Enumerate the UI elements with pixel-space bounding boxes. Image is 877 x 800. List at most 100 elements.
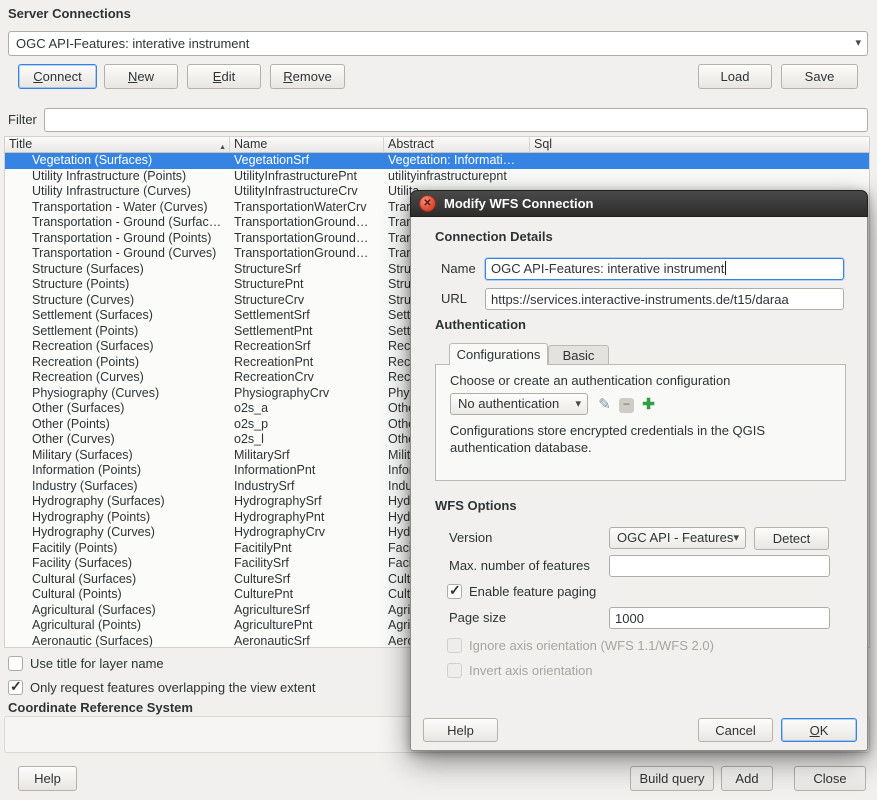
add-button[interactable]: Add	[721, 766, 773, 791]
cell-title: Hydrography (Curves)	[5, 525, 230, 541]
cell-name: RecreationCrv	[230, 370, 384, 386]
cell-title: Utility Infrastructure (Curves)	[5, 184, 230, 200]
add-button-label: Add	[735, 771, 758, 786]
minus-icon: −	[619, 398, 634, 413]
cell-title: Vegetation (Surfaces)	[5, 153, 230, 169]
connect-button-label: Connect	[27, 65, 88, 88]
cancel-button[interactable]: Cancel	[698, 718, 773, 742]
max-features-input[interactable]	[609, 555, 830, 577]
tab-basic[interactable]: Basic	[548, 345, 609, 365]
chevron-down-icon: ▾	[733, 528, 739, 548]
version-combobox[interactable]: OGC API - Features ▾	[609, 527, 746, 549]
cell-name: AgricultureSrf	[230, 603, 384, 619]
url-input[interactable]	[485, 288, 844, 310]
cell-name: HydrographySrf	[230, 494, 384, 510]
column-header-title[interactable]: Title ▲	[5, 137, 230, 153]
remove-button[interactable]: Remove	[270, 64, 345, 89]
cell-name: TransportationGround…	[230, 246, 384, 262]
invert-axis-checkbox[interactable]: Invert axis orientation	[447, 662, 593, 678]
check-icon: ✓	[10, 678, 22, 695]
remove-auth-icon-button[interactable]: −	[616, 393, 637, 415]
ignore-axis-checkbox[interactable]: Ignore axis orientation (WFS 1.1/WFS 2.0…	[447, 637, 714, 653]
save-button-label: Save	[805, 69, 835, 84]
connection-combobox-value: OGC API-Features: interative instrument	[16, 36, 249, 51]
column-header-name[interactable]: Name	[230, 137, 384, 153]
max-features-label: Max. number of features	[449, 555, 590, 577]
detect-button[interactable]: Detect	[754, 527, 829, 550]
cell-name: SettlementSrf	[230, 308, 384, 324]
cell-name: RecreationSrf	[230, 339, 384, 355]
cell-title: Hydrography (Surfaces)	[5, 494, 230, 510]
close-button[interactable]: Close	[794, 766, 866, 791]
tab-configurations[interactable]: Configurations	[449, 343, 548, 365]
edit-button[interactable]: Edit	[187, 64, 261, 89]
cell-name: FacitilyPnt	[230, 541, 384, 557]
cell-title: Structure (Curves)	[5, 293, 230, 309]
cell-name: StructureSrf	[230, 262, 384, 278]
plus-icon: ✚	[642, 396, 655, 413]
ok-button[interactable]: OK	[781, 718, 857, 742]
wfs-options-header: WFS Options	[435, 498, 517, 513]
table-row[interactable]: Utility Infrastructure (Points)UtilityIn…	[5, 169, 869, 185]
checkbox-box	[447, 663, 462, 678]
build-query-button[interactable]: Build query	[630, 766, 714, 791]
cell-name: StructureCrv	[230, 293, 384, 309]
name-label: Name	[441, 258, 476, 280]
cell-abstract: utilityinfrastructurepnt	[384, 169, 530, 185]
cell-title: Transportation - Ground (Points)	[5, 231, 230, 247]
page-size-input[interactable]	[609, 607, 830, 629]
enable-paging-checkbox[interactable]: ✓ Enable feature paging	[447, 583, 596, 599]
load-button-label: Load	[721, 69, 750, 84]
edit-auth-icon-button[interactable]: ✎	[594, 393, 615, 415]
cell-name: o2s_l	[230, 432, 384, 448]
cell-name: o2s_a	[230, 401, 384, 417]
name-input[interactable]: OGC API-Features: interative instrument	[485, 258, 844, 280]
use-title-checkbox[interactable]: Use title for layer name	[8, 655, 164, 671]
cell-title: Information (Points)	[5, 463, 230, 479]
connection-details-header: Connection Details	[435, 229, 553, 244]
column-header-title-label: Title	[9, 137, 32, 151]
column-header-abstract[interactable]: Abstract	[384, 137, 530, 153]
checkbox-box: ✓	[8, 680, 23, 695]
auth-method-combobox[interactable]: No authentication ▾	[450, 393, 588, 415]
cell-name: InformationPnt	[230, 463, 384, 479]
table-header: Title ▲ Name Abstract Sql	[5, 137, 869, 153]
cell-name: TransportationGround…	[230, 215, 384, 231]
checkbox-box	[8, 656, 23, 671]
cell-name: TransportationGround…	[230, 231, 384, 247]
table-row[interactable]: Vegetation (Surfaces)VegetationSrfVegeta…	[5, 153, 869, 169]
overlap-extent-checkbox[interactable]: ✓ Only request features overlapping the …	[8, 679, 315, 695]
cell-title: Facility (Surfaces)	[5, 556, 230, 572]
auth-config-panel: Choose or create an authentication confi…	[435, 364, 846, 481]
dialog-help-button[interactable]: Help	[423, 718, 498, 742]
cell-name: HydrographyCrv	[230, 525, 384, 541]
new-button-label: New	[113, 65, 169, 88]
cell-title: Recreation (Points)	[5, 355, 230, 371]
url-label: URL	[441, 288, 467, 310]
cell-name: VegetationSrf	[230, 153, 384, 169]
dialog-titlebar[interactable]: ✕ Modify WFS Connection	[410, 190, 868, 217]
column-header-sql[interactable]: Sql	[530, 137, 869, 153]
cell-name: FacilitySrf	[230, 556, 384, 572]
cell-title: Transportation - Ground (Curves)	[5, 246, 230, 262]
filter-input[interactable]	[44, 108, 868, 132]
connection-combobox[interactable]: OGC API-Features: interative instrument …	[8, 31, 868, 56]
cell-name: RecreationPnt	[230, 355, 384, 371]
connect-button[interactable]: Connect	[18, 64, 97, 89]
ignore-axis-label: Ignore axis orientation (WFS 1.1/WFS 2.0…	[469, 638, 714, 653]
window-title-text: Server Connections	[8, 6, 131, 21]
add-auth-icon-button[interactable]: ✚	[638, 393, 659, 415]
save-button[interactable]: Save	[781, 64, 858, 89]
cell-name: o2s_p	[230, 417, 384, 433]
close-icon[interactable]: ✕	[419, 195, 436, 212]
ok-button-label: OK	[790, 719, 848, 742]
check-icon: ✓	[449, 582, 461, 599]
cell-name: HydrographyPnt	[230, 510, 384, 526]
column-header-name-label: Name	[234, 137, 267, 151]
cell-name: IndustrySrf	[230, 479, 384, 495]
cell-title: Recreation (Surfaces)	[5, 339, 230, 355]
load-button[interactable]: Load	[698, 64, 772, 89]
cell-name: SettlementPnt	[230, 324, 384, 340]
help-button[interactable]: Help	[18, 766, 77, 791]
new-button[interactable]: New	[104, 64, 178, 89]
